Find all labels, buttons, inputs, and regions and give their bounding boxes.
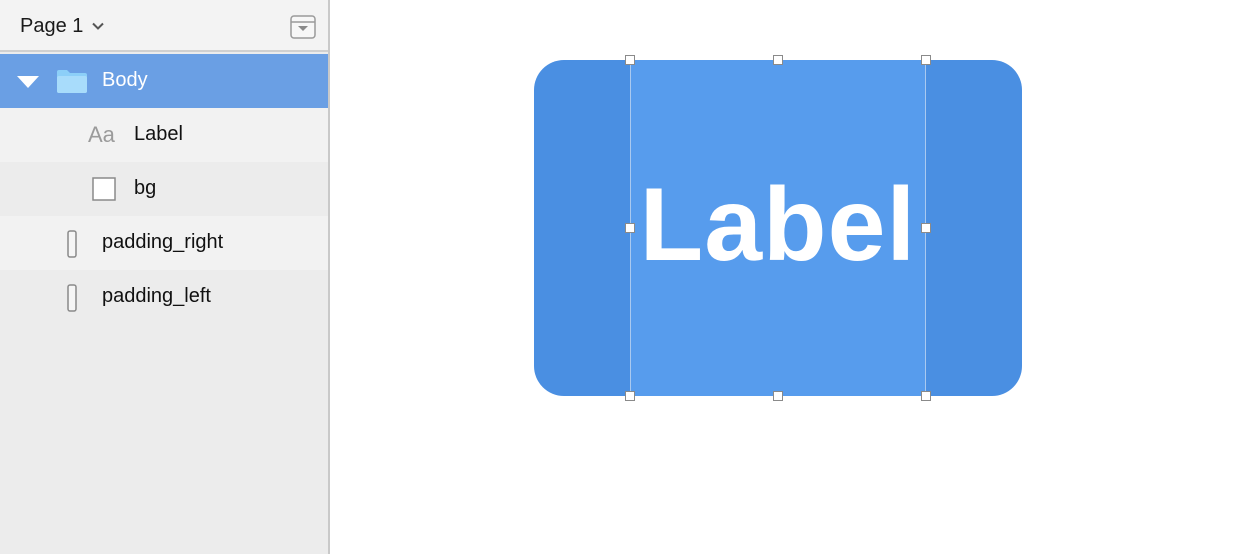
resize-handle-middle-left[interactable] [625, 223, 635, 233]
text-layer-icon: Aa [88, 122, 115, 147]
folder-icon [57, 70, 87, 93]
app-window: Page 1 Body Aa Label bg padding_right pa… [0, 0, 1258, 554]
design-canvas[interactable]: Label [330, 0, 1258, 554]
collapse-pages-icon[interactable] [290, 15, 316, 39]
page-selector[interactable]: Page 1 [20, 13, 105, 39]
resize-handle-top-left[interactable] [625, 55, 635, 65]
resize-handle-bottom-right[interactable] [921, 391, 931, 401]
layer-row-bg[interactable]: bg [0, 162, 328, 216]
layer-row-label[interactable]: Aa Label [0, 108, 328, 162]
resize-handle-middle-right[interactable] [921, 223, 931, 233]
layer-name: Label [134, 123, 183, 145]
button-label-text[interactable]: Label [630, 160, 926, 290]
resize-handle-bottom-left[interactable] [625, 391, 635, 401]
resize-handle-top-right[interactable] [921, 55, 931, 65]
layer-name: bg [134, 177, 157, 199]
rectangle-icon [92, 177, 116, 201]
layer-row-padding-right[interactable]: padding_right [0, 216, 328, 270]
layer-row-body[interactable]: Body [0, 54, 328, 108]
resize-handle-bottom-center[interactable] [773, 391, 783, 401]
resize-handle-top-center[interactable] [773, 55, 783, 65]
layer-name: Body [102, 69, 148, 91]
page-name: Page 1 [20, 14, 84, 37]
spacer-icon [67, 230, 77, 258]
layers-sidebar: Page 1 Body Aa Label bg padding_right pa… [0, 0, 330, 554]
disclosure-triangle-icon[interactable] [16, 75, 40, 89]
spacer-icon [67, 284, 77, 312]
layer-row-padding-left[interactable]: padding_left [0, 270, 328, 324]
chevron-down-icon [92, 22, 105, 30]
layer-name: padding_right [102, 231, 224, 253]
layer-name: padding_left [102, 285, 211, 307]
page-header: Page 1 [0, 0, 328, 52]
